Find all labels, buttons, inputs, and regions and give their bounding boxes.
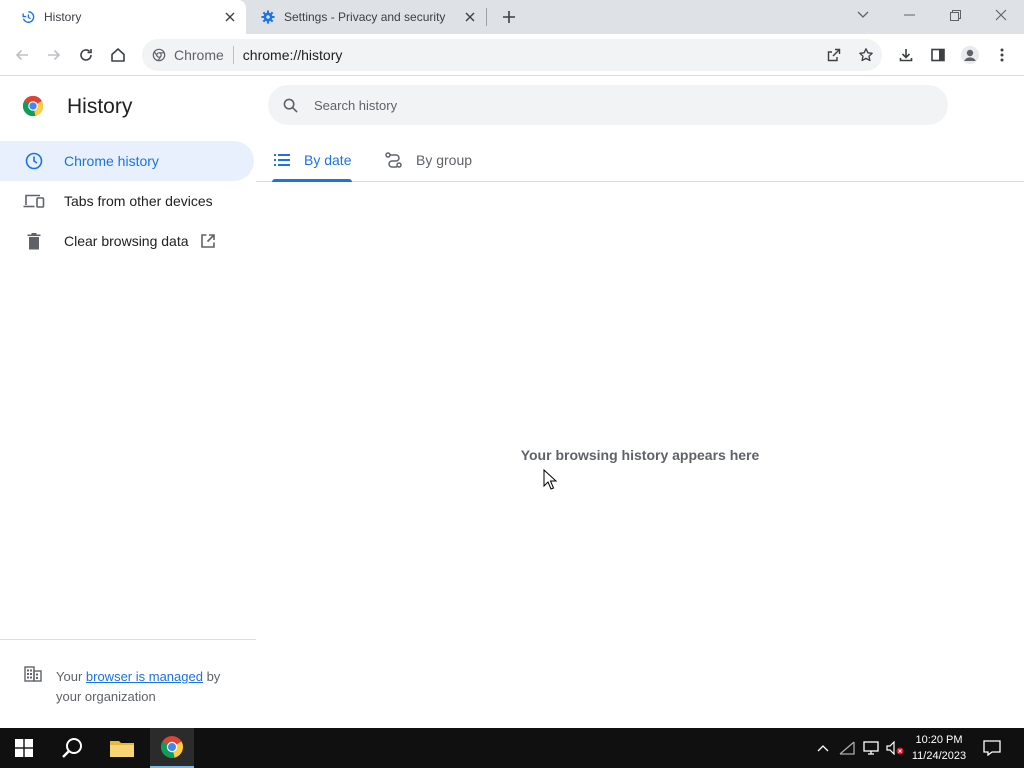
- sidebar-item-chrome-history[interactable]: Chrome history: [0, 141, 254, 181]
- clock-time: 10:20 PM: [915, 734, 963, 746]
- omnibox[interactable]: Chrome chrome://history: [142, 39, 882, 71]
- url-text[interactable]: chrome://history: [243, 47, 343, 63]
- active-tab-indicator: [272, 179, 352, 182]
- network-disconnected-icon[interactable]: [836, 728, 858, 768]
- forward-button[interactable]: [40, 41, 68, 69]
- sidebar-item-tabs-from-other-devices[interactable]: Tabs from other devices: [0, 181, 254, 221]
- file-explorer-button[interactable]: [100, 728, 144, 768]
- chrome-logo: [22, 95, 44, 117]
- mouse-cursor-icon: [543, 469, 557, 490]
- list-icon: [272, 150, 292, 170]
- restore-button[interactable]: [932, 0, 978, 30]
- clock-date: 11/24/2023: [911, 750, 967, 762]
- menu-kebab-icon[interactable]: [988, 41, 1016, 69]
- taskbar: 10:20 PM 11/24/2023: [0, 728, 1024, 768]
- sidebar-item-label: Clear browsing data: [64, 233, 189, 249]
- search-icon: [282, 97, 298, 113]
- volume-muted-icon[interactable]: [884, 728, 906, 768]
- side-panel-button[interactable]: [924, 41, 952, 69]
- taskbar-clock[interactable]: 10:20 PM 11/24/2023: [904, 732, 974, 764]
- chrome-taskbar-button[interactable]: [150, 728, 194, 768]
- tab-settings[interactable]: Settings - Privacy and security: [250, 0, 486, 34]
- search-input[interactable]: [314, 97, 914, 113]
- tab-title: History: [44, 10, 82, 24]
- gear-icon: [260, 9, 276, 25]
- managed-prefix: Your: [56, 669, 86, 684]
- tab-title: Settings - Privacy and security: [284, 10, 446, 24]
- chrome-site-icon[interactable]: [151, 47, 167, 63]
- search-taskbar-button[interactable]: [50, 728, 94, 768]
- history-icon: [20, 9, 36, 25]
- tab-search-button[interactable]: [840, 0, 886, 30]
- share-icon[interactable]: [820, 39, 848, 71]
- group-icon: [384, 150, 404, 170]
- minimize-button[interactable]: [886, 0, 932, 30]
- page-title: History: [67, 95, 133, 118]
- profile-avatar[interactable]: [956, 41, 984, 69]
- back-button[interactable]: [8, 41, 36, 69]
- close-tab-icon[interactable]: [222, 9, 238, 25]
- tab-separator: [486, 8, 487, 26]
- omnibox-divider: [232, 46, 234, 64]
- reload-button[interactable]: [72, 41, 100, 69]
- sidebar-item-label: Tabs from other devices: [64, 193, 213, 209]
- home-button[interactable]: [104, 41, 132, 69]
- building-icon: [24, 666, 42, 687]
- site-name: Chrome: [174, 47, 224, 63]
- tab-history[interactable]: History: [0, 0, 246, 34]
- trash-icon: [22, 229, 46, 253]
- tab-label: By group: [416, 151, 473, 168]
- empty-history-message: Your browsing history appears here: [520, 447, 760, 463]
- tab-strip: History Settings - Privacy and security: [0, 0, 1024, 34]
- tab-by-date[interactable]: By date: [272, 137, 351, 182]
- managed-notice: Your browser is managed by your organiza…: [0, 639, 256, 728]
- view-tabs: By date By group: [256, 137, 1024, 182]
- search-box[interactable]: [268, 85, 948, 125]
- browser-managed-link[interactable]: browser is managed: [86, 669, 203, 684]
- new-tab-button[interactable]: [498, 6, 520, 28]
- start-button[interactable]: [2, 728, 46, 768]
- notification-icon[interactable]: [980, 728, 1004, 768]
- devices-icon: [22, 189, 46, 213]
- sidebar-item-clear-browsing-data[interactable]: Clear browsing data: [0, 221, 254, 261]
- clock-icon: [22, 149, 46, 173]
- network-icon[interactable]: [860, 728, 882, 768]
- chevron-up-icon[interactable]: [812, 728, 834, 768]
- close-tab-icon[interactable]: [462, 9, 478, 25]
- external-link-icon: [199, 232, 217, 250]
- managed-text: Your browser is managed by your organiza…: [56, 667, 246, 707]
- downloads-button[interactable]: [892, 41, 920, 69]
- bookmark-star-icon[interactable]: [852, 39, 880, 71]
- tab-label: By date: [304, 151, 352, 168]
- toolbar: Chrome chrome://history: [0, 34, 1024, 76]
- tab-by-group[interactable]: By group: [384, 137, 472, 182]
- close-window-button[interactable]: [978, 0, 1024, 30]
- sidebar-item-label: Chrome history: [64, 153, 159, 169]
